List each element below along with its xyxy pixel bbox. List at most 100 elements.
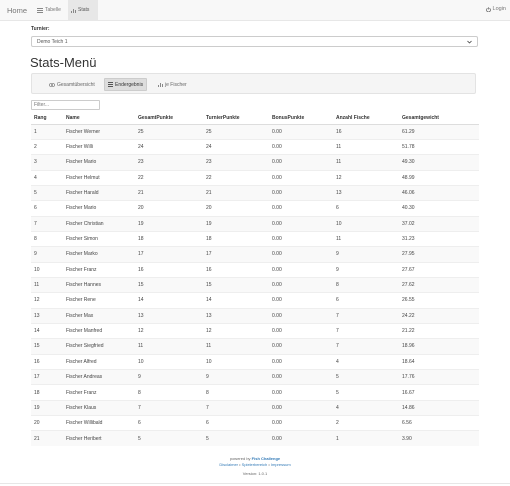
cell-rang: 21	[31, 430, 63, 447]
cell-rang: 17	[31, 368, 63, 385]
cell-turnierpunkte: 9	[203, 368, 269, 385]
cell-anzahl-fische: 12	[333, 169, 399, 186]
nav-tab-stats-label: Stats	[78, 7, 90, 13]
cell-gesamtpunkte: 13	[135, 307, 203, 324]
cell-name: Fischer Harald	[63, 184, 135, 201]
footer: powered by Fish Challenge Disclaimer • S…	[0, 456, 510, 477]
table-row: 6 Fischer Mario 20 20 0.00 6 40.30	[31, 200, 479, 217]
cell-name: Fischer Mario	[63, 154, 135, 171]
login-link[interactable]: Login	[486, 6, 506, 12]
footer-separator: •	[268, 462, 270, 467]
cell-name: Fischer Rene	[63, 292, 135, 309]
footer-link-impressum[interactable]: Impressum	[271, 462, 291, 467]
cell-rang: 3	[31, 154, 63, 171]
header-rang[interactable]: Rang	[31, 113, 63, 125]
cell-gesamtpunkte: 20	[135, 200, 203, 217]
cell-name: Fischer Mario	[63, 200, 135, 217]
footer-link-spielerbereich[interactable]: Spielerbereich	[242, 462, 268, 467]
cell-rang: 1	[31, 123, 63, 140]
cell-gesamtpunkte: 25	[135, 123, 203, 140]
cell-bonuspunkte: 0.00	[269, 276, 333, 293]
cell-bonuspunkte: 0.00	[269, 322, 333, 339]
cell-bonuspunkte: 0.00	[269, 123, 333, 140]
cell-turnierpunkte: 22	[203, 169, 269, 186]
table-row: 20 Fischer Willibald 6 6 0.00 2 6.56	[31, 415, 479, 431]
cell-turnierpunkte: 5	[203, 430, 269, 447]
turnier-select[interactable]: Demo Teich 1	[31, 36, 478, 47]
table-row: 7 Fischer Christian 19 19 0.00 10 37.02	[31, 215, 479, 232]
cell-bonuspunkte: 0.00	[269, 184, 333, 201]
cell-anzahl-fische: 13	[333, 184, 399, 201]
header-gesamtgewicht[interactable]: Gesamtgewicht	[399, 113, 479, 125]
cell-rang: 8	[31, 230, 63, 247]
cell-turnierpunkte: 7	[203, 399, 269, 416]
footer-version: Version: 1.0.1	[242, 471, 268, 476]
cell-anzahl-fische: 11	[333, 154, 399, 171]
header-bonuspunkte[interactable]: BonusPunkte	[269, 113, 333, 125]
cell-name: Fischer Marko	[63, 246, 135, 263]
cell-anzahl-fische: 11	[333, 138, 399, 155]
cell-gesamtpunkte: 18	[135, 230, 203, 247]
table-row: 18 Fischer Franz 8 8 0.00 5 16.67	[31, 384, 479, 401]
tab-endergebnis[interactable]: Endergebnis	[104, 78, 148, 91]
filter-input[interactable]	[31, 100, 100, 110]
cell-gesamtgewicht: 27.62	[399, 276, 479, 293]
cell-rang: 10	[31, 261, 63, 278]
header-name[interactable]: Name	[63, 113, 135, 125]
tab-je-fischer[interactable]: je Fischer	[155, 78, 190, 91]
cell-rang: 13	[31, 307, 63, 324]
cell-name: Fischer Simon	[63, 230, 135, 247]
cell-name: Fischer Manfred	[63, 322, 135, 339]
cell-bonuspunkte: 0.00	[269, 154, 333, 171]
cell-gesamtpunkte: 8	[135, 384, 203, 401]
cell-turnierpunkte: 10	[203, 353, 269, 370]
cell-bonuspunkte: 0.00	[269, 384, 333, 401]
cell-name: Fischer Siegfried	[63, 338, 135, 355]
header-anzahl-fische[interactable]: Anzahl Fische	[333, 113, 399, 125]
footer-brand-link[interactable]: Fish Challenge	[252, 456, 280, 461]
cell-gesamtgewicht: 18.64	[399, 353, 479, 370]
cell-bonuspunkte: 0.00	[269, 169, 333, 186]
cell-gesamtgewicht: 48.99	[399, 169, 479, 186]
cell-bonuspunkte: 0.00	[269, 215, 333, 232]
table-row: 8 Fischer Simon 18 18 0.00 11 31.23	[31, 230, 479, 247]
chevron-down-icon	[467, 40, 472, 44]
cell-gesamtgewicht: 14.86	[399, 399, 479, 416]
cell-bonuspunkte: 0.00	[269, 368, 333, 385]
cell-gesamtgewicht: 37.02	[399, 215, 479, 232]
table-row: 3 Fischer Mario 23 23 0.00 11 49.30	[31, 154, 479, 171]
results-table: Rang Name GesamtPunkte TurnierPunkte Bon…	[31, 113, 479, 447]
tab-gesamtuebersicht[interactable]: Gesamtübersicht	[46, 78, 98, 91]
header-gesamtpunkte[interactable]: GesamtPunkte	[135, 113, 203, 125]
cell-gesamtpunkte: 22	[135, 169, 203, 186]
cell-gesamtpunkte: 9	[135, 368, 203, 385]
cell-name: Fischer Franz	[63, 261, 135, 278]
cell-gesamtgewicht: 27.67	[399, 261, 479, 278]
cell-turnierpunkte: 23	[203, 154, 269, 171]
cell-anzahl-fische: 2	[333, 415, 399, 431]
cell-gesamtpunkte: 15	[135, 276, 203, 293]
bar-chart-icon	[71, 8, 76, 13]
table-row: 19 Fischer Klaus 7 7 0.00 4 14.86	[31, 399, 479, 416]
nav-tab-tabelle[interactable]: Tabelle	[34, 0, 64, 20]
header-turnierpunkte[interactable]: TurnierPunkte	[203, 113, 269, 125]
table-row: 2 Fischer Willi 24 24 0.00 11 51.78	[31, 138, 479, 155]
footer-link-disclaimer[interactable]: Disclaimer	[219, 462, 238, 467]
login-label: Login	[492, 6, 506, 12]
cell-gesamtpunkte: 6	[135, 415, 203, 431]
cell-turnierpunkte: 8	[203, 384, 269, 401]
cell-gesamtgewicht: 49.30	[399, 154, 479, 171]
nav-tab-stats[interactable]: Stats	[68, 0, 98, 20]
cell-bonuspunkte: 0.00	[269, 230, 333, 247]
cell-turnierpunkte: 19	[203, 215, 269, 232]
cell-name: Fischer Max	[63, 307, 135, 324]
cell-bonuspunkte: 0.00	[269, 246, 333, 263]
cell-anzahl-fische: 7	[333, 338, 399, 355]
cell-gesamtpunkte: 5	[135, 430, 203, 447]
brand-home-link[interactable]: Home	[7, 6, 27, 15]
cell-rang: 19	[31, 399, 63, 416]
cell-anzahl-fische: 5	[333, 368, 399, 385]
cell-turnierpunkte: 24	[203, 138, 269, 155]
cell-turnierpunkte: 20	[203, 200, 269, 217]
cell-name: Fischer Alfred	[63, 353, 135, 370]
